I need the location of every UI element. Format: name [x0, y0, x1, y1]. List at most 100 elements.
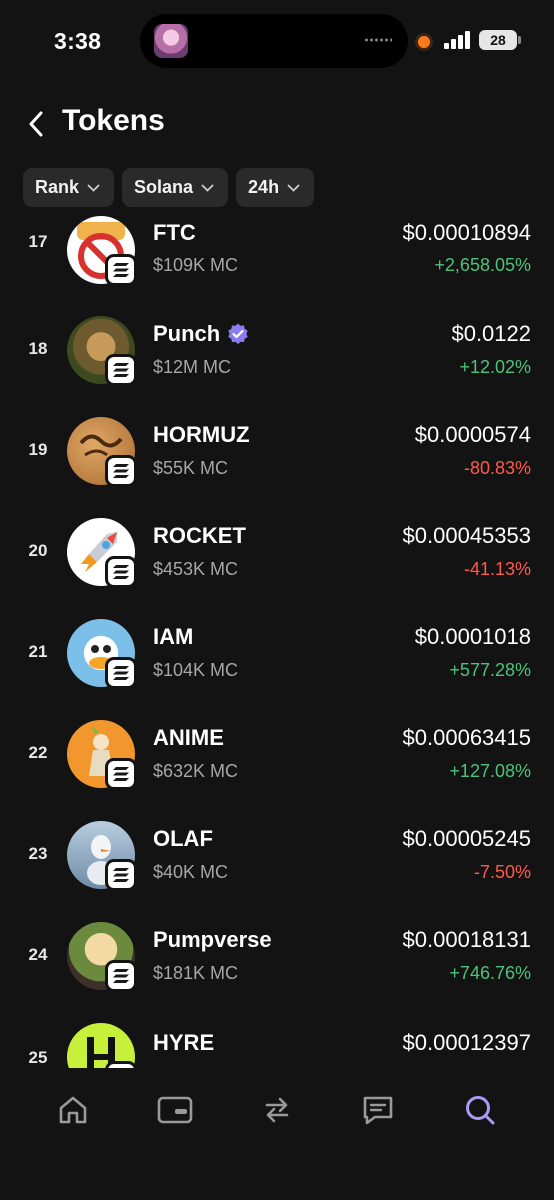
token-price: $0.00018131 [402, 927, 531, 952]
token-name: ROCKET [153, 523, 246, 549]
chat-icon [363, 1096, 393, 1125]
chain-filter-dropdown[interactable]: Solana [122, 168, 229, 207]
token-list[interactable]: 17 FTC $109K MC $0.00010894 +2,658.05% 1… [0, 207, 554, 1068]
token-row[interactable]: 20 ROCKET $453K MC $0.00045353 -41.13% [0, 503, 554, 604]
token-change: -80.83% [463, 458, 531, 478]
token-name: FTC [153, 220, 196, 246]
token-price: $0.00063415 [402, 725, 531, 750]
token-row[interactable]: 21 IAM $104K MC $0.0001018 +577.28% [0, 604, 554, 705]
token-price: $0.0001018 [414, 624, 531, 649]
recording-indicator-icon [418, 36, 430, 48]
chevron-left-icon [29, 111, 43, 137]
token-avatar [67, 821, 137, 891]
token-name: Pumpverse [153, 927, 272, 953]
nav-swap[interactable] [257, 1090, 297, 1130]
token-name-text: OLAF [153, 826, 213, 851]
token-name-text: ROCKET [153, 523, 246, 548]
home-icon [59, 1096, 87, 1124]
token-price: $0.00010894 [402, 220, 531, 245]
token-market-cap: $453K MC [153, 559, 239, 579]
filter-bar: Rank Solana 24h [23, 168, 315, 207]
solana-chain-icon [105, 354, 137, 386]
chip-label: Rank [35, 177, 80, 197]
audio-waveform-icon [364, 37, 392, 43]
token-name-text: Punch [153, 321, 221, 346]
token-avatar [67, 316, 137, 386]
search-icon [466, 1096, 495, 1125]
token-name-text: HYRE [153, 1030, 215, 1055]
token-row[interactable]: 17 FTC $109K MC $0.00010894 +2,658.05% [0, 207, 554, 301]
token-name-text: Pumpverse [153, 927, 272, 952]
token-name-text: ANIME [153, 725, 224, 750]
dynamic-island[interactable] [140, 14, 408, 68]
token-row[interactable]: 18 Punch $12M MC $0.0122 +12.02% [0, 301, 554, 402]
verified-badge-icon [228, 323, 248, 345]
token-price: $0.00045353 [402, 523, 531, 548]
token-change: -41.13% [463, 559, 531, 579]
cellular-signal-icon [444, 31, 472, 49]
nav-search[interactable] [460, 1090, 500, 1130]
token-market-cap: $12M MC [153, 357, 232, 377]
back-button[interactable] [20, 106, 52, 142]
token-rank: 21 [28, 642, 48, 661]
rank-filter-dropdown[interactable]: Rank [23, 168, 115, 207]
solana-chain-icon [105, 254, 137, 286]
wallet-icon [157, 1096, 193, 1124]
battery-tip [518, 36, 521, 44]
token-name-text: IAM [153, 624, 194, 649]
token-name: HYRE [153, 1030, 214, 1056]
token-rank: 25 [28, 1048, 48, 1067]
token-price: $0.00005245 [402, 826, 531, 851]
token-change: +127.08% [449, 761, 531, 781]
token-row[interactable]: 19 HORMUZ $55K MC $0.0000574 -80.83% [0, 402, 554, 503]
token-avatar [67, 417, 137, 487]
token-name: IAM [153, 624, 193, 650]
token-rank: 18 [28, 339, 48, 358]
token-rank: 19 [28, 440, 48, 459]
solana-chain-icon [105, 1061, 137, 1068]
token-price: $0.0122 [451, 321, 531, 346]
token-change: +2,658.05% [434, 255, 531, 275]
solana-chain-icon [105, 657, 137, 689]
token-market-cap: $104K MC [153, 660, 239, 680]
token-name: HORMUZ [153, 422, 250, 448]
token-rank: 22 [28, 743, 48, 762]
token-avatar [67, 720, 137, 790]
token-rank: 24 [28, 945, 48, 964]
token-market-cap: $55K MC [153, 458, 229, 478]
battery-icon: 28 [479, 30, 517, 50]
token-market-cap: $109K MC [153, 255, 239, 275]
token-row[interactable]: 23 OLAF $40K MC $0.00005245 -7.50% [0, 806, 554, 907]
token-row[interactable]: 24 Pumpverse $181K MC $0.00018131 +746.7… [0, 907, 554, 1008]
chip-label: Solana [134, 177, 194, 197]
solana-chain-icon [105, 758, 137, 790]
token-avatar [67, 1023, 137, 1068]
chip-label: 24h [248, 177, 280, 197]
nav-messages[interactable] [358, 1090, 398, 1130]
solana-chain-icon [105, 556, 137, 588]
token-rank: 23 [28, 844, 48, 863]
token-row[interactable]: 22 ANIME $632K MC $0.00063415 +127.08% [0, 705, 554, 806]
timeframe-filter-dropdown[interactable]: 24h [236, 168, 315, 207]
token-change: +577.28% [449, 660, 531, 680]
nav-wallet[interactable] [155, 1090, 195, 1130]
token-change: +12.02% [459, 357, 531, 377]
token-rank: 17 [28, 232, 48, 251]
token-change: -7.50% [473, 862, 531, 882]
status-time: 3:38 [54, 28, 102, 54]
solana-chain-icon [105, 455, 137, 487]
solana-chain-icon [105, 859, 137, 891]
token-row[interactable]: 25 HYRE $0.00012397 [0, 1008, 554, 1068]
token-avatar [67, 518, 137, 588]
token-market-cap: $181K MC [153, 963, 239, 983]
token-price: $0.0000574 [414, 422, 531, 447]
swap-icon [265, 1097, 289, 1123]
token-name: Punch [153, 321, 250, 347]
chevron-down-icon [201, 184, 214, 192]
now-playing-artwork [154, 24, 188, 58]
token-market-cap: $632K MC [153, 761, 239, 781]
token-name: ANIME [153, 725, 224, 751]
token-market-cap: $40K MC [153, 862, 229, 882]
nav-home[interactable] [53, 1090, 93, 1130]
chevron-down-icon [87, 184, 100, 192]
